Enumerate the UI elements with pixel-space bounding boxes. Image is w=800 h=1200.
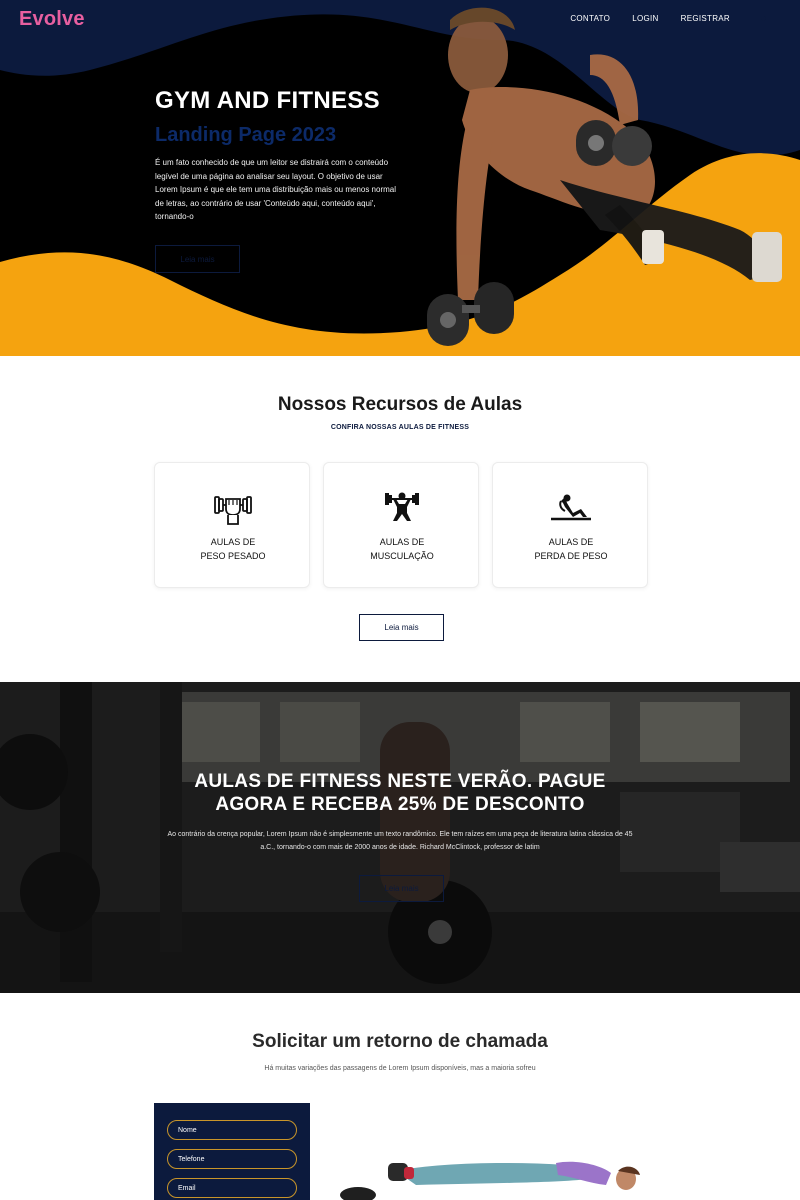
email-field[interactable]: Email xyxy=(167,1178,297,1198)
features-subtitle: CONFIRA NOSSAS AULAS DE FITNESS xyxy=(330,424,470,431)
nav-item-login[interactable]: LOGIN xyxy=(632,14,658,23)
hero-subtitle: Landing Page 2023 xyxy=(155,124,337,146)
promo-title-line2: AGORA E RECEBA 25% DE DESCONTO xyxy=(215,794,585,815)
hero-section: Evolve CONTATO LOGIN REGISTRAR GYM AND F… xyxy=(0,0,800,356)
phone-field[interactable]: Telefone xyxy=(167,1149,297,1169)
feature-card-line2: PESO PESADO xyxy=(200,551,266,561)
exercise-photo xyxy=(326,1143,650,1200)
situp-icon xyxy=(551,494,591,521)
hero-description: É um fato conhecido de que um leitor se … xyxy=(155,158,396,221)
feature-card-heavy-weight[interactable]: AULAS DE PESO PESADO xyxy=(154,462,310,588)
features-title: Nossos Recursos de Aulas xyxy=(277,394,523,415)
hero-background xyxy=(0,0,800,356)
feature-card-line1: AULAS DE xyxy=(548,537,594,547)
feature-card-label: AULAS DE PERDA DE PESO xyxy=(493,535,649,563)
nav-item-contato[interactable]: CONTATO xyxy=(570,14,610,23)
nav-item-registrar[interactable]: REGISTRAR xyxy=(681,14,730,23)
promo-title-line1: AULAS DE FITNESS NESTE VERÃO. PAGUE xyxy=(194,771,606,792)
promo-section: AULAS DE FITNESS NESTE VERÃO. PAGUE AGOR… xyxy=(0,682,800,993)
features-read-more-button[interactable]: Leia mais xyxy=(359,614,444,641)
promo-read-more-button[interactable]: Leia mais xyxy=(359,875,444,902)
weightlifter-icon xyxy=(385,492,419,521)
feature-card-bodybuilding[interactable]: AULAS DE MUSCULAÇÃO xyxy=(323,462,479,588)
callback-subtitle: Há muitas variações das passagens de Lor… xyxy=(264,1065,536,1072)
hero-title: GYM AND FITNESS xyxy=(155,87,380,114)
feature-card-label: AULAS DE PESO PESADO xyxy=(155,535,311,563)
name-field[interactable]: Nome xyxy=(167,1120,297,1140)
brand-logo[interactable]: Evolve xyxy=(19,8,85,31)
callback-form: Nome Telefone Email xyxy=(154,1103,310,1200)
top-nav: CONTATO LOGIN REGISTRAR xyxy=(570,14,730,23)
feature-card-weight-loss[interactable]: AULAS DE PERDA DE PESO xyxy=(492,462,648,588)
feature-card-line2: PERDA DE PESO xyxy=(534,551,608,561)
feature-card-line1: AULAS DE xyxy=(210,537,256,547)
feature-card-line1: AULAS DE xyxy=(379,537,425,547)
search-icon[interactable] xyxy=(761,16,766,21)
callback-section: Solicitar um retorno de chamada Há muita… xyxy=(0,993,800,1200)
feature-card-label: AULAS DE MUSCULAÇÃO xyxy=(324,535,480,563)
hero-read-more-button[interactable]: Leia mais xyxy=(155,245,240,273)
fist-dumbbell-icon xyxy=(214,496,252,525)
feature-card-line2: MUSCULAÇÃO xyxy=(370,551,434,561)
callback-title: Solicitar um retorno de chamada xyxy=(252,1031,548,1052)
features-section: Nossos Recursos de Aulas CONFIRA NOSSAS … xyxy=(0,356,800,682)
promo-description: Ao contrário da crença popular, Lorem Ip… xyxy=(167,831,633,851)
promo-title: AULAS DE FITNESS NESTE VERÃO. PAGUE AGOR… xyxy=(0,770,800,816)
